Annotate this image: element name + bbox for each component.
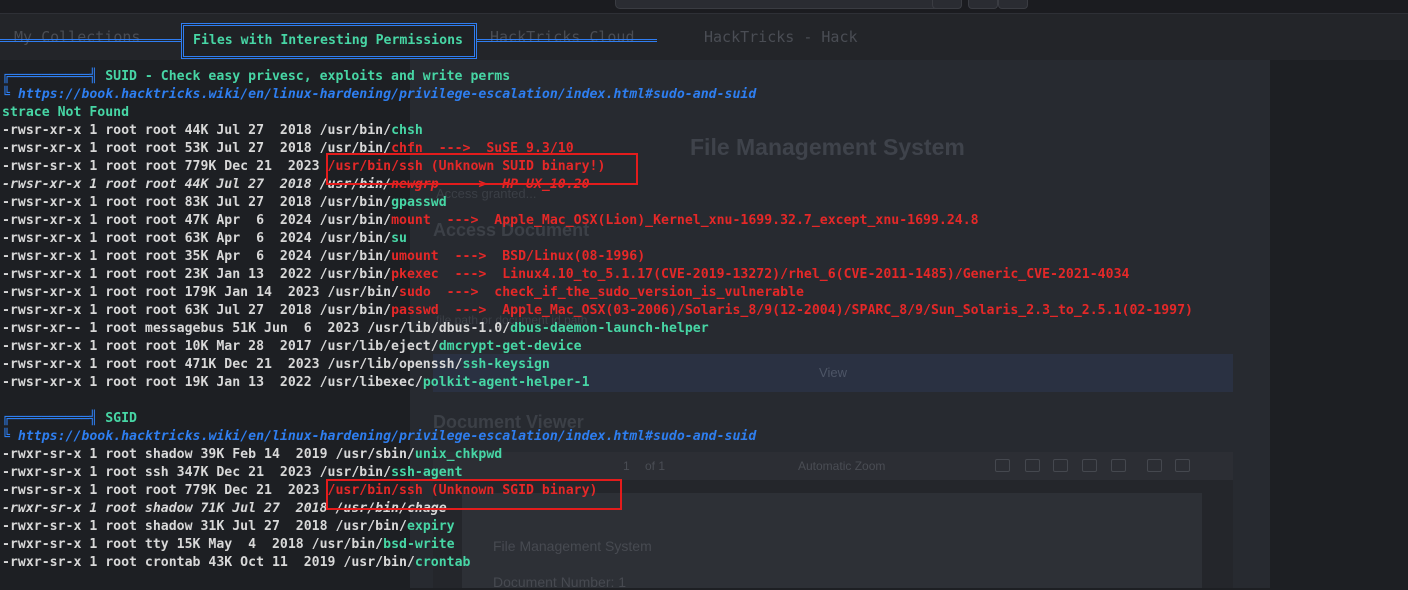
file-permissions: -rwxr-sr-x 1 root ssh 347K Dec 21 2023: [2, 465, 320, 480]
file-permissions: -rwsr-sr-x 1 root root 779K Dec 21 2023: [2, 483, 328, 498]
sgid-title: SGID: [97, 411, 137, 426]
suid-file-row: -rwsr-xr-x 1 root root 19K Jan 13 2022 /…: [2, 374, 590, 392]
file-name: mount: [391, 213, 431, 228]
file-permissions: -rwsr-xr-x 1 root root 44K Jul 27 2018: [2, 177, 320, 192]
known-exploit: ---> Apple_Mac_OSX(Lion)_Kernel_xnu-1699…: [430, 213, 979, 228]
file-directory: /usr/bin/: [311, 537, 384, 552]
unknown-suid-highlight: [326, 153, 638, 185]
file-permissions: -rwxr-sr-x 1 root shadow 71K Jul 27 2018: [2, 501, 336, 516]
file-directory: /usr/lib/dbus-1.0/: [367, 321, 511, 336]
file-permissions: -rwxr-sr-x 1 root crontab 43K Oct 11 201…: [2, 555, 344, 570]
file-permissions: -rwsr-xr-x 1 root root 63K Jul 27 2018: [2, 303, 320, 318]
file-directory: /usr/bin/: [319, 249, 392, 264]
file-name: su: [391, 231, 407, 246]
suid-file-row: -rwsr-xr-x 1 root root 10K Mar 28 2017 /…: [2, 338, 582, 356]
file-permissions: -rwxr-sr-x 1 root tty 15K May 4 2018: [2, 537, 312, 552]
suid-link-line: ╚ https://book.hacktricks.wiki/en/linux-…: [2, 86, 756, 104]
file-name: dbus-daemon-launch-helper: [510, 321, 709, 336]
sgid-file-row: -rwxr-sr-x 1 root shadow 39K Feb 14 2019…: [2, 446, 502, 464]
file-name: umount: [391, 249, 439, 264]
tree-connector: ╚: [2, 429, 18, 444]
file-name: pkexec: [391, 267, 439, 282]
file-directory: /usr/bin/: [319, 231, 392, 246]
suid-reference-link[interactable]: https://book.hacktricks.wiki/en/linux-ha…: [18, 87, 756, 102]
file-name: passwd: [391, 303, 439, 318]
suid-file-row: -rwsr-xr-- 1 root messagebus 51K Jun 6 2…: [2, 320, 709, 338]
sgid-title-line: ╔══════════╣ SGID: [2, 410, 137, 428]
header-rule-right: [476, 39, 657, 42]
sgid-file-row: -rwxr-sr-x 1 root crontab 43K Oct 11 201…: [2, 554, 470, 572]
known-exploit: ---> check_if_the_sudo_version_is_vulner…: [430, 285, 804, 300]
suid-title-line: ╔══════════╣ SUID - Check easy privesc, …: [2, 68, 510, 86]
strace-note: strace Not Found: [2, 105, 130, 120]
tree-connector: ╔══════════╣: [2, 69, 98, 84]
file-directory: /usr/lib/eject/: [319, 339, 439, 354]
file-permissions: -rwxr-sr-x 1 root shadow 39K Feb 14 2019: [2, 447, 336, 462]
known-exploit: ---> BSD/Linux(08-1996): [438, 249, 646, 264]
file-permissions: -rwsr-xr-x 1 root root 19K Jan 13 2022: [2, 375, 320, 390]
file-directory: /usr/bin/: [319, 303, 392, 318]
suid-file-row: -rwsr-xr-x 1 root root 44K Jul 27 2018 /…: [2, 122, 423, 140]
file-directory: /usr/bin/: [343, 555, 415, 570]
file-directory: /usr/bin/: [335, 519, 407, 534]
file-permissions: -rwsr-xr-x 1 root root 10K Mar 28 2017: [2, 339, 320, 354]
suid-file-row: -rwsr-xr-x 1 root root 83K Jul 27 2018 /…: [2, 194, 447, 212]
file-name: polkit-agent-helper-1: [422, 375, 590, 390]
file-directory: /usr/sbin/: [335, 447, 415, 462]
sgid-link-line: ╚ https://book.hacktricks.wiki/en/linux-…: [2, 428, 756, 446]
file-permissions: -rwxr-sr-x 1 root shadow 31K Jul 27 2018: [2, 519, 336, 534]
suid-title: SUID - Check easy privesc, exploits and …: [97, 69, 511, 84]
section-header-title: Files with Interesting Permissions: [193, 33, 463, 48]
terminal-output: Files with Interesting Permissions ╔════…: [0, 0, 1408, 588]
file-permissions: -rwsr-xr-x 1 root root 47K Apr 6 2024: [2, 213, 320, 228]
suid-file-row: -rwsr-xr-x 1 root root 35K Apr 6 2024 /u…: [2, 248, 645, 266]
file-permissions: -rwsr-xr-x 1 root root 179K Jan 14 2023: [2, 285, 328, 300]
suid-note: strace Not Found: [2, 104, 129, 122]
file-directory: /usr/bin/: [319, 213, 392, 228]
file-directory: /usr/bin/: [319, 465, 392, 480]
file-directory: /usr/bin/: [327, 285, 399, 300]
header-rule-left: [0, 39, 182, 42]
file-name: unix_chkpwd: [414, 447, 503, 462]
file-name: expiry: [406, 519, 455, 534]
tree-connector: ╚: [2, 87, 18, 102]
file-permissions: -rwsr-xr-- 1 root messagebus 51K Jun 6 2…: [2, 321, 368, 336]
file-name: sudo: [399, 285, 431, 300]
file-directory: /usr/libexec/: [319, 375, 423, 390]
file-directory: /usr/bin/: [319, 267, 392, 282]
file-directory: /usr/lib/openssh/: [327, 357, 463, 372]
suid-file-row: -rwsr-xr-x 1 root root 23K Jan 13 2022 /…: [2, 266, 1129, 284]
sgid-file-row: -rwxr-sr-x 1 root shadow 31K Jul 27 2018…: [2, 518, 455, 536]
file-permissions: -rwsr-xr-x 1 root root 471K Dec 21 2023: [2, 357, 328, 372]
file-permissions: -rwsr-sr-x 1 root root 779K Dec 21 2023: [2, 159, 328, 174]
file-name: bsd-write: [383, 537, 455, 552]
sgid-reference-link[interactable]: https://book.hacktricks.wiki/en/linux-ha…: [18, 429, 756, 444]
known-exploit: ---> Linux4.10_to_5.1.17(CVE-2019-13272)…: [438, 267, 1130, 282]
suid-file-row: -rwsr-xr-x 1 root root 47K Apr 6 2024 /u…: [2, 212, 979, 230]
file-name: gpasswd: [391, 195, 447, 210]
file-name: crontab: [414, 555, 471, 570]
suid-file-row: -rwsr-xr-x 1 root root 471K Dec 21 2023 …: [2, 356, 550, 374]
suid-file-row: -rwsr-xr-x 1 root root 63K Apr 6 2024 /u…: [2, 230, 407, 248]
file-directory: /usr/bin/: [319, 123, 392, 138]
file-permissions: -rwsr-xr-x 1 root root 23K Jan 13 2022: [2, 267, 320, 282]
file-permissions: -rwsr-xr-x 1 root root 44K Jul 27 2018: [2, 123, 320, 138]
unknown-sgid-highlight: [326, 479, 622, 510]
file-directory: /usr/bin/: [319, 195, 392, 210]
sgid-file-row: -rwxr-sr-x 1 root tty 15K May 4 2018 /us…: [2, 536, 455, 554]
file-permissions: -rwsr-xr-x 1 root root 83K Jul 27 2018: [2, 195, 320, 210]
file-name: ssh-agent: [391, 465, 463, 480]
file-name: ssh-keysign: [462, 357, 550, 372]
file-permissions: -rwsr-xr-x 1 root root 63K Apr 6 2024: [2, 231, 320, 246]
file-name: dmcrypt-get-device: [438, 339, 582, 354]
known-exploit: ---> Apple_Mac_OSX(03-2006)/Solaris_8/9(…: [438, 303, 1193, 318]
suid-file-row: -rwsr-xr-x 1 root root 63K Jul 27 2018 /…: [2, 302, 1193, 320]
file-permissions: -rwsr-xr-x 1 root root 35K Apr 6 2024: [2, 249, 320, 264]
tree-connector: ╔══════════╣: [2, 411, 98, 426]
suid-file-row: -rwsr-xr-x 1 root root 179K Jan 14 2023 …: [2, 284, 804, 302]
file-name: chsh: [391, 123, 423, 138]
file-permissions: -rwsr-xr-x 1 root root 53K Jul 27 2018: [2, 141, 320, 156]
